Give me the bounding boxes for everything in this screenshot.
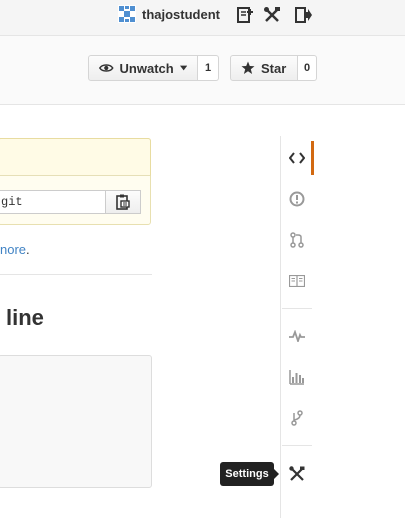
star-button[interactable]: Star xyxy=(230,55,298,81)
star-count[interactable]: 0 xyxy=(298,55,317,81)
user-menu[interactable]: thajostudent xyxy=(118,5,220,23)
eye-icon xyxy=(99,64,114,72)
avatar-icon[interactable] xyxy=(118,5,136,23)
sidebar-item-network[interactable] xyxy=(282,399,312,437)
watch-count[interactable]: 1 xyxy=(198,55,219,81)
code-icon xyxy=(289,152,305,164)
sidebar-item-pull-requests[interactable] xyxy=(282,221,312,259)
clone-url-input[interactable]: git xyxy=(0,190,106,214)
sidebar-item-issues[interactable] xyxy=(282,180,312,218)
unwatch-button[interactable]: Unwatch xyxy=(88,55,198,81)
issue-icon xyxy=(289,191,305,207)
sidebar-item-wiki[interactable] xyxy=(282,262,312,300)
book-icon xyxy=(289,275,305,287)
sidebar-separator-2 xyxy=(282,445,312,446)
sidebar-item-settings[interactable] xyxy=(282,455,312,493)
pulse-icon xyxy=(289,330,305,342)
sidebar-item-code[interactable] xyxy=(282,139,314,177)
copy-to-clipboard-button[interactable] xyxy=(105,190,141,214)
chevron-down-icon xyxy=(179,65,187,71)
watch-button-group: Unwatch 1 xyxy=(88,55,219,81)
graph-icon xyxy=(289,370,304,385)
sidebar-item-graphs[interactable] xyxy=(282,358,312,396)
code-block xyxy=(0,355,152,488)
settings-tooltip: Settings xyxy=(220,462,279,486)
settings-icon[interactable] xyxy=(263,6,281,24)
sidebar-separator xyxy=(282,308,312,309)
pull-request-icon xyxy=(290,232,304,248)
fork-icon xyxy=(291,410,303,426)
clipboard-icon xyxy=(116,194,130,210)
username[interactable]: thajostudent xyxy=(142,7,220,22)
readme-heading: line xyxy=(6,305,44,330)
learn-more-period: . xyxy=(26,242,30,257)
learn-more-link[interactable]: nore xyxy=(0,242,26,257)
new-repo-icon[interactable] xyxy=(236,6,254,24)
unwatch-label: Unwatch xyxy=(119,60,174,76)
top-header-bar: thajostudent xyxy=(0,0,405,36)
star-icon xyxy=(241,61,255,74)
tools-icon xyxy=(289,466,305,481)
learn-more-link-row: nore. xyxy=(0,242,30,257)
notice-banner xyxy=(0,138,151,176)
sign-out-icon[interactable] xyxy=(294,6,312,24)
content-divider xyxy=(0,274,152,275)
star-button-group: Star 0 xyxy=(230,55,317,81)
star-label: Star xyxy=(261,60,287,76)
sidebar-divider xyxy=(280,136,281,518)
sidebar-item-pulse[interactable] xyxy=(282,317,312,355)
